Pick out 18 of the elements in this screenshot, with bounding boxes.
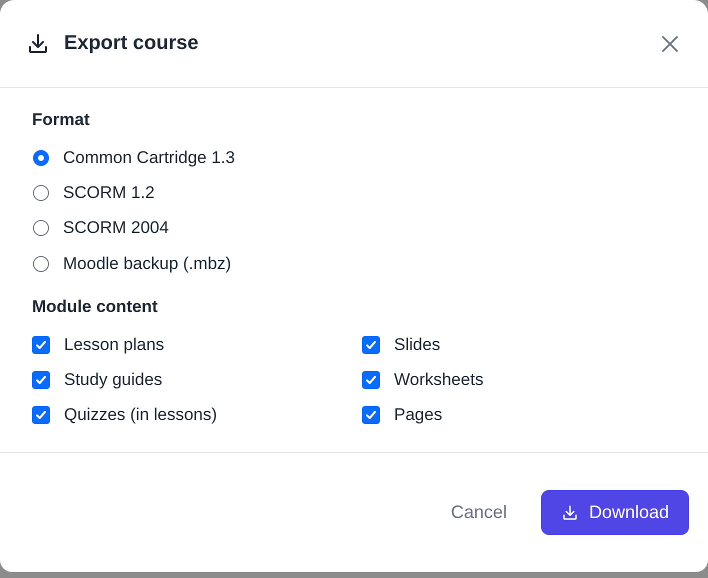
section-label: Format — [32, 110, 91, 130]
section-label: Module content — [32, 297, 159, 318]
cancel-button[interactable]: Cancel — [444, 501, 513, 524]
radio-option[interactable]: Moodle backup (.mbz) — [32, 246, 676, 282]
checkbox-option[interactable]: Lesson plans — [32, 327, 362, 362]
download-icon — [560, 504, 579, 522]
checkbox-option[interactable]: Pages — [362, 398, 676, 434]
checkbox-option[interactable]: Worksheets — [362, 362, 676, 398]
checkbox-option[interactable]: Study guides — [32, 362, 362, 398]
radio-option[interactable]: SCORM 2004 — [32, 210, 676, 246]
download-button[interactable]: Download — [540, 490, 689, 535]
checkbox-option[interactable]: Quizzes (in lessons) — [32, 398, 362, 434]
checkbox-option[interactable]: Slides — [362, 327, 676, 362]
download-icon — [26, 32, 50, 56]
radio-option[interactable]: SCORM 1.2 — [32, 175, 676, 211]
close-button[interactable] — [660, 34, 680, 54]
dialog-title: Export course — [64, 32, 200, 55]
radio-option[interactable]: Common Cartridge 1.3 — [32, 140, 676, 176]
